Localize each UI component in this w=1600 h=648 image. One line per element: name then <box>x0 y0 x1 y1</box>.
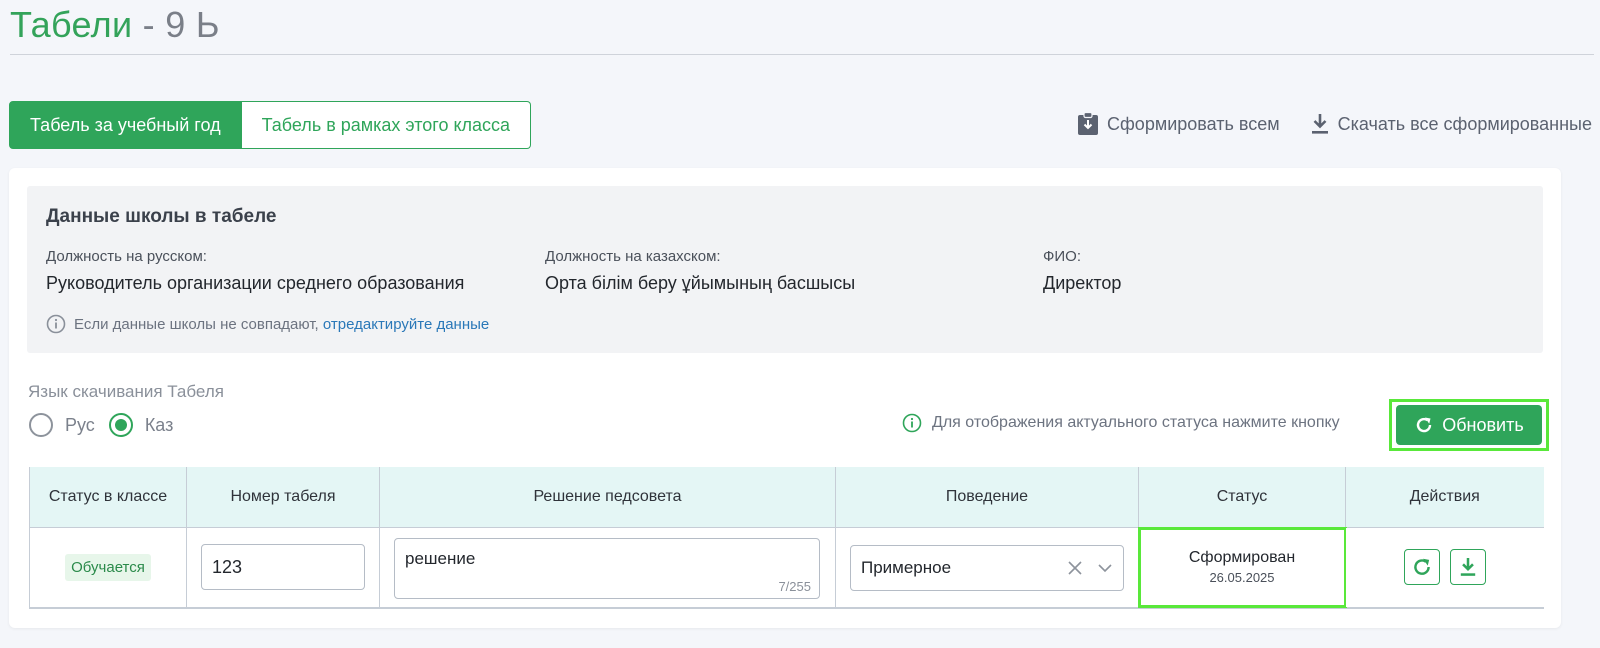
cell-status: Сформирован 26.05.2025 <box>1138 526 1347 609</box>
position-kz-field: Должность на казахском: Орта білім беру … <box>545 248 855 294</box>
refresh-hint: Для отображения актуального статуса нажм… <box>902 413 1340 433</box>
table-header-row: Статус в классе Номер табеля Решение пед… <box>29 467 1544 528</box>
cell-actions <box>1345 527 1544 609</box>
header-status: Статус <box>1138 467 1346 528</box>
download-icon <box>1311 114 1328 134</box>
fio-field: ФИО: Директор <box>1043 248 1121 294</box>
radio-kaz[interactable]: Каз <box>108 413 174 437</box>
refresh-button-label: Обновить <box>1442 414 1524 435</box>
radio-rus-circle[interactable] <box>29 413 53 437</box>
title-divider <box>10 54 1594 55</box>
main-card: Данные школы в табеле Должность на русск… <box>9 168 1561 628</box>
radio-kaz-circle[interactable] <box>108 413 133 437</box>
decision-text: решение <box>405 548 476 568</box>
language-label: Язык скачивания Табеля <box>28 382 224 401</box>
info-icon-green <box>902 413 922 433</box>
refresh-hint-text: Для отображения актуального статуса нажм… <box>932 414 1340 431</box>
school-data-title: Данные школы в табеле <box>46 206 277 227</box>
radio-rus[interactable]: Рус <box>29 413 95 437</box>
status-highlight <box>1138 526 1347 608</box>
tab-school-year[interactable]: Табель за учебный год <box>9 101 242 149</box>
header-number: Номер табеля <box>186 467 380 528</box>
refresh-icon <box>1413 559 1430 576</box>
cell-decision: решение 7/255 <box>379 527 836 609</box>
regenerate-button[interactable] <box>1403 549 1440 586</box>
cell-class-status: Обучается <box>29 527 187 609</box>
position-ru-field: Должность на русском: Руководитель орган… <box>46 248 464 294</box>
position-ru-label: Должность на русском: <box>46 248 207 265</box>
decision-textarea[interactable]: решение 7/255 <box>394 537 820 599</box>
tabs: Табель за учебный год Табель в рамках эт… <box>9 101 532 149</box>
cell-number <box>186 527 380 609</box>
behavior-select[interactable]: Примерное <box>850 544 1124 591</box>
language-radio-group: Рус Каз <box>29 413 173 437</box>
download-icon <box>1460 558 1475 577</box>
behavior-value: Примерное <box>861 557 952 577</box>
clipboard-download-icon <box>1078 112 1098 135</box>
position-kz-value: Орта білім беру ұйымының басшысы <box>545 273 856 293</box>
radio-kaz-label: Каз <box>144 414 174 435</box>
decision-char-count: 7/255 <box>778 578 811 594</box>
header-actions: Действия <box>1345 467 1544 528</box>
download-all-button[interactable]: Скачать все сформированные <box>1310 113 1592 135</box>
refresh-button[interactable]: Обновить <box>1396 405 1542 445</box>
refresh-highlight: Обновить <box>1389 399 1549 451</box>
download-button[interactable] <box>1449 549 1486 586</box>
school-hint-text: Если данные школы не совпадают, <box>74 315 319 333</box>
edit-data-link[interactable]: отредактируйте данные <box>323 316 489 333</box>
download-all-label: Скачать все сформированные <box>1337 113 1592 134</box>
info-icon <box>46 314 66 334</box>
chevron-down-icon[interactable] <box>1097 560 1113 576</box>
page-title-sep: - <box>132 4 166 45</box>
page-title-class: 9 Ь <box>165 4 220 45</box>
clear-icon[interactable] <box>1067 560 1083 576</box>
school-hint: Если данные школы не совпадают, отредакт… <box>46 314 489 334</box>
status-badge: Обучается <box>65 553 151 581</box>
fio-value: Директор <box>1043 273 1122 293</box>
top-actions: Сформировать всем Скачать все сформирова… <box>1077 112 1592 136</box>
position-kz-label: Должность на казахском: <box>545 248 721 265</box>
position-ru-value: Руководитель организации среднего образо… <box>46 273 465 293</box>
fio-label: ФИО: <box>1043 248 1082 265</box>
radio-rus-label: Рус <box>65 414 95 435</box>
header-decision: Решение педсовета <box>379 467 836 528</box>
school-data-panel: Данные школы в табеле Должность на русск… <box>27 186 1543 353</box>
table-row: Обучается решение 7/255 Примерное <box>29 526 1544 609</box>
page-title: Табели - 9 Ь <box>10 4 220 46</box>
refresh-icon <box>1417 417 1432 433</box>
header-class-status: Статус в классе <box>29 467 187 528</box>
cell-behavior: Примерное <box>835 527 1139 609</box>
header-behavior: Поведение <box>835 467 1139 528</box>
number-input[interactable] <box>201 544 365 591</box>
generate-all-label: Сформировать всем <box>1107 113 1280 134</box>
page-title-main: Табели <box>10 4 133 45</box>
generate-all-button[interactable]: Сформировать всем <box>1077 112 1280 136</box>
tab-class-scope[interactable]: Табель в рамках этого класса <box>241 101 532 149</box>
report-table: Статус в классе Номер табеля Решение пед… <box>29 467 1544 609</box>
